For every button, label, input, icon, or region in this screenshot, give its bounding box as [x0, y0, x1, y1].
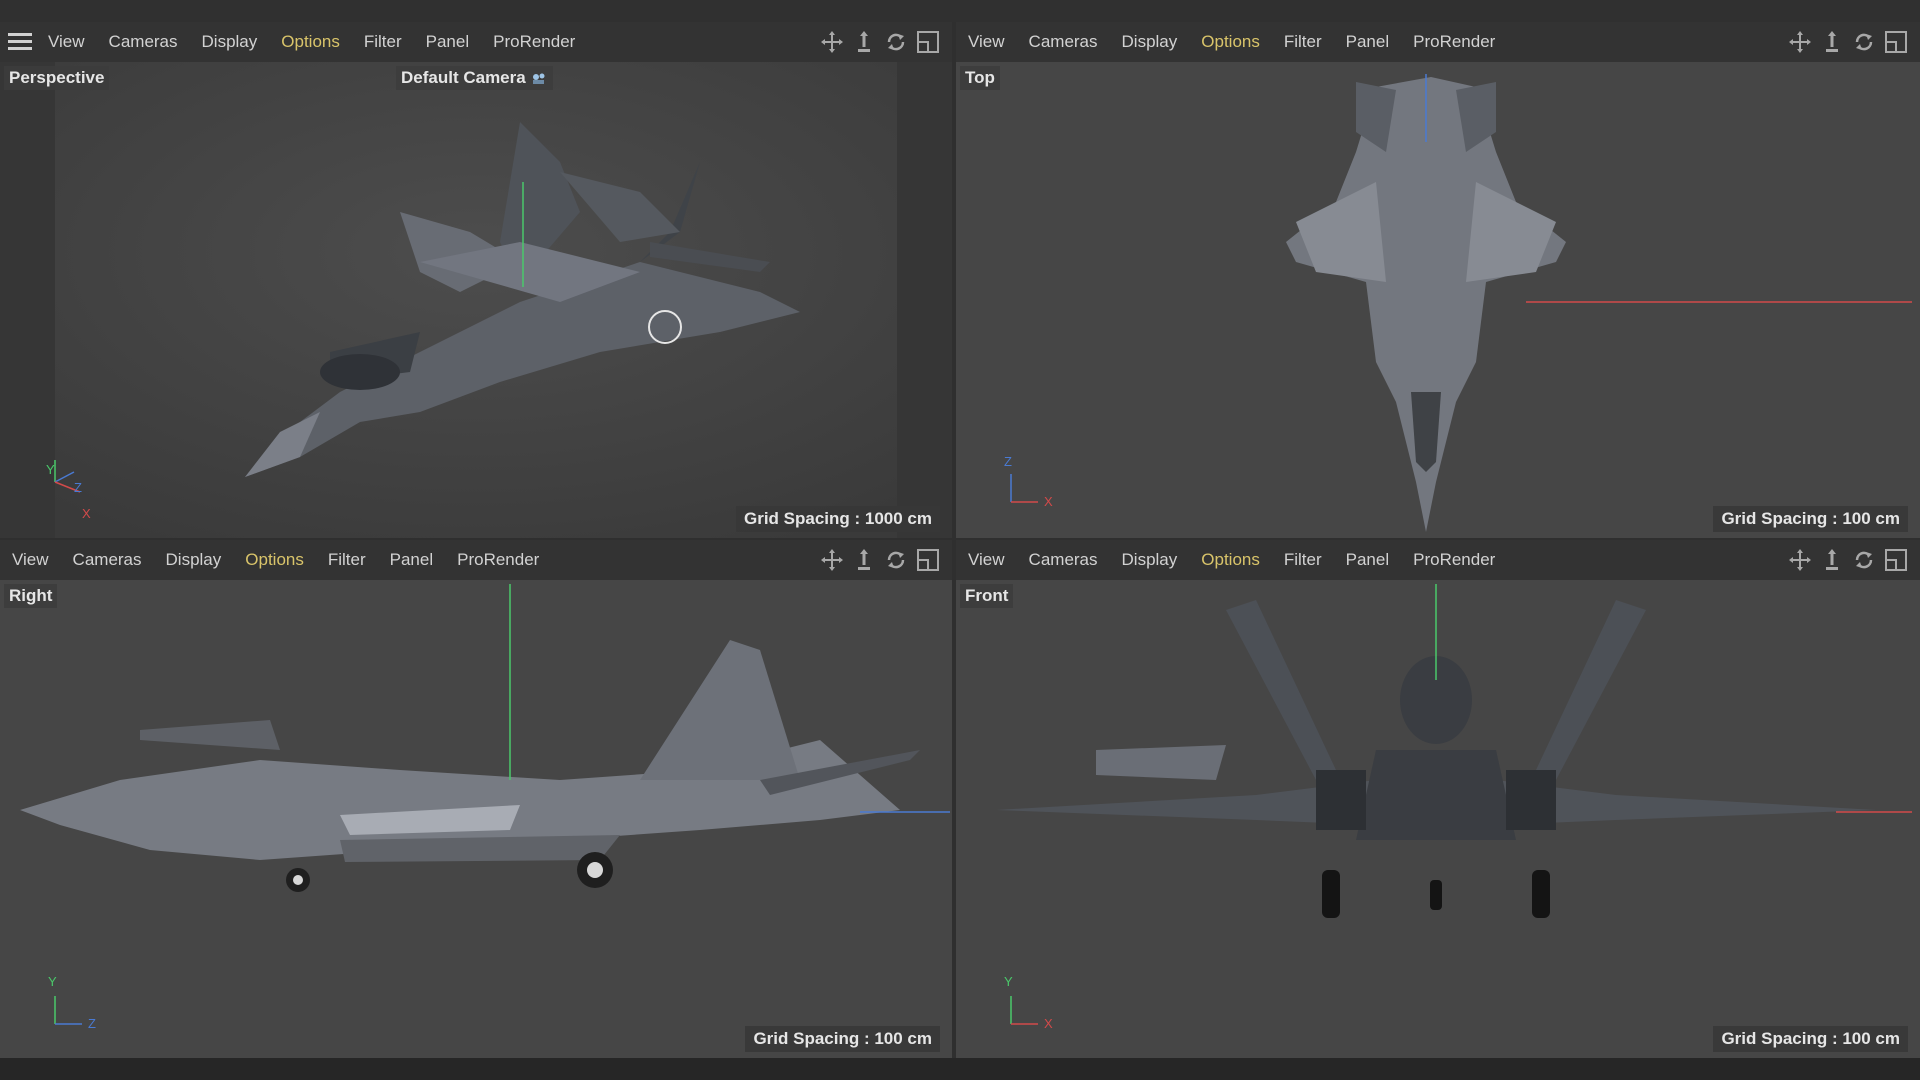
camera-name: Default Camera: [401, 68, 526, 87]
toggle-layout-icon[interactable]: [1884, 548, 1908, 572]
menu-display[interactable]: Display: [1122, 550, 1178, 570]
toggle-layout-icon[interactable]: [1884, 30, 1908, 54]
viewport-menubar: View Cameras Display Options Filter Pane…: [956, 540, 1920, 580]
zoom-view-icon[interactable]: [1820, 30, 1844, 54]
viewport-menubar: View Cameras Display Options Filter Pane…: [956, 22, 1920, 62]
menu-prorender[interactable]: ProRender: [1413, 550, 1495, 570]
rotate-view-icon[interactable]: [884, 548, 908, 572]
viewport-menubar: View Cameras Display Options Filter Pane…: [0, 22, 952, 62]
toggle-layout-icon[interactable]: [916, 548, 940, 572]
menu-prorender[interactable]: ProRender: [493, 32, 575, 52]
grid-spacing: Grid Spacing : 100 cm: [1713, 1026, 1908, 1052]
viewport-label: Right: [4, 584, 58, 608]
menu-panel[interactable]: Panel: [1346, 550, 1389, 570]
menu-filter[interactable]: Filter: [1284, 32, 1322, 52]
menu-display[interactable]: Display: [1122, 32, 1178, 52]
app-top-bar: [0, 0, 1920, 22]
grid-spacing: Grid Spacing : 1000 cm: [735, 506, 940, 532]
viewport-canvas[interactable]: Top Z X Grid Spacing : 100 cm: [956, 62, 1920, 538]
zoom-view-icon[interactable]: [852, 548, 876, 572]
grid-spacing: Grid Spacing : 100 cm: [745, 1026, 940, 1052]
viewport-canvas[interactable]: Right Y Z Grid Spacing : 100 cm: [0, 580, 952, 1058]
menu-panel[interactable]: Panel: [1346, 32, 1389, 52]
menu-display[interactable]: Display: [166, 550, 222, 570]
axis-label-z: Z: [1004, 454, 1012, 469]
camera-icon[interactable]: [530, 72, 548, 86]
menu-options[interactable]: Options: [281, 32, 340, 52]
menu-view[interactable]: View: [12, 550, 49, 570]
menu-cameras[interactable]: Cameras: [109, 32, 178, 52]
cursor-ring: [648, 310, 682, 344]
axis-label-z: Z: [74, 480, 82, 495]
menu-view[interactable]: View: [968, 550, 1005, 570]
perspective-scene: [0, 62, 952, 538]
menu-prorender[interactable]: ProRender: [1413, 32, 1495, 52]
viewport-top[interactable]: View Cameras Display Options Filter Pane…: [956, 22, 1920, 538]
axis-label-y: Y: [1004, 974, 1013, 989]
move-view-icon[interactable]: [1788, 30, 1812, 54]
app-bottom-bar: [0, 1058, 1920, 1080]
menu-cameras[interactable]: Cameras: [73, 550, 142, 570]
axis-label-x: X: [1044, 1016, 1053, 1031]
menu-panel[interactable]: Panel: [426, 32, 469, 52]
menu-cameras[interactable]: Cameras: [1029, 550, 1098, 570]
viewport-canvas[interactable]: Perspective Default Camera Y Z X Grid Sp…: [0, 62, 952, 538]
top-scene: [956, 62, 1920, 538]
move-view-icon[interactable]: [1788, 548, 1812, 572]
menu-options[interactable]: Options: [1201, 550, 1260, 570]
menu-options[interactable]: Options: [245, 550, 304, 570]
rotate-view-icon[interactable]: [884, 30, 908, 54]
zoom-view-icon[interactable]: [852, 30, 876, 54]
menu-view[interactable]: View: [48, 32, 85, 52]
axis-label-x: X: [1044, 494, 1053, 509]
menu-prorender[interactable]: ProRender: [457, 550, 539, 570]
front-scene: [956, 580, 1920, 1058]
viewport-menubar: View Cameras Display Options Filter Pane…: [0, 540, 952, 580]
viewport-label: Perspective: [4, 66, 110, 90]
zoom-view-icon[interactable]: [1820, 548, 1844, 572]
viewport-label: Front: [960, 584, 1014, 608]
menu-icon[interactable]: [8, 33, 32, 51]
toggle-layout-icon[interactable]: [916, 30, 940, 54]
axis-label-z: Z: [88, 1016, 96, 1031]
viewport-canvas[interactable]: Front Y X Grid Spacing : 100 cm: [956, 580, 1920, 1058]
axis-label-y: Y: [46, 462, 55, 477]
menu-filter[interactable]: Filter: [1284, 550, 1322, 570]
right-scene: [0, 580, 952, 1058]
menu-display[interactable]: Display: [202, 32, 258, 52]
grid-spacing: Grid Spacing : 100 cm: [1713, 506, 1908, 532]
menu-view[interactable]: View: [968, 32, 1005, 52]
menu-panel[interactable]: Panel: [390, 550, 433, 570]
viewport-perspective[interactable]: View Cameras Display Options Filter Pane…: [0, 22, 952, 538]
rotate-view-icon[interactable]: [1852, 30, 1876, 54]
viewport-label: Top: [960, 66, 1000, 90]
axis-label-x: X: [82, 506, 91, 521]
camera-label[interactable]: Default Camera: [396, 66, 554, 90]
menu-options[interactable]: Options: [1201, 32, 1260, 52]
viewport-right[interactable]: View Cameras Display Options Filter Pane…: [0, 540, 952, 1058]
menu-filter[interactable]: Filter: [328, 550, 366, 570]
menu-filter[interactable]: Filter: [364, 32, 402, 52]
move-view-icon[interactable]: [820, 548, 844, 572]
axis-label-y: Y: [48, 974, 57, 989]
move-view-icon[interactable]: [820, 30, 844, 54]
rotate-view-icon[interactable]: [1852, 548, 1876, 572]
menu-cameras[interactable]: Cameras: [1029, 32, 1098, 52]
viewport-front[interactable]: View Cameras Display Options Filter Pane…: [956, 540, 1920, 1058]
